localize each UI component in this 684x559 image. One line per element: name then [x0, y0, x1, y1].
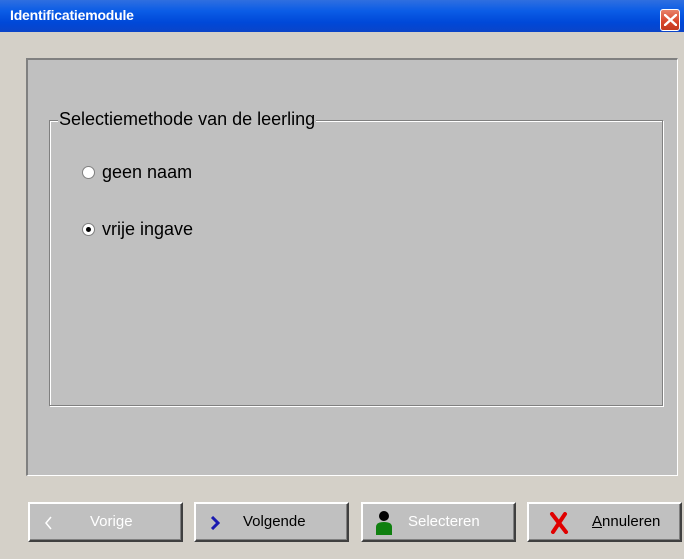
- cancel-button[interactable]: Annuleren: [527, 502, 682, 542]
- radio-label-free-entry: vrije ingave: [102, 218, 194, 239]
- chevron-right-icon: [210, 516, 220, 530]
- radio-label-no-name: geen naam: [102, 161, 193, 182]
- radio-button-no-name[interactable]: [82, 165, 95, 179]
- person-icon: [376, 511, 392, 535]
- window-title: Identificatiemodule: [10, 7, 134, 23]
- radio-option-no-name[interactable]: geen naam: [82, 161, 192, 183]
- dialog-panel: Selectiemethode van de leerling geen naa…: [26, 58, 678, 476]
- cancel-button-label: Annuleren: [592, 513, 660, 530]
- close-button[interactable]: [660, 9, 680, 31]
- radio-option-free-entry[interactable]: vrije ingave: [82, 218, 193, 240]
- chevron-left-icon: [45, 516, 52, 530]
- next-button[interactable]: Volgende: [194, 502, 349, 542]
- cancel-label-rest: nnuleren: [602, 513, 661, 530]
- previous-button[interactable]: Vorige: [28, 502, 183, 542]
- select-button-label: Selecteren: [408, 513, 480, 530]
- red-x-icon: [550, 512, 568, 534]
- close-icon: [664, 14, 677, 26]
- groupbox-legend: Selectiemethode van de leerling: [58, 108, 317, 130]
- select-button[interactable]: Selecteren: [361, 502, 516, 542]
- previous-button-label: Vorige: [90, 513, 133, 530]
- title-bar[interactable]: Identificatiemodule: [0, 0, 684, 32]
- cancel-accelerator-char: A: [592, 513, 603, 530]
- next-button-label: Volgende: [243, 513, 306, 530]
- radio-button-free-entry[interactable]: [82, 222, 95, 236]
